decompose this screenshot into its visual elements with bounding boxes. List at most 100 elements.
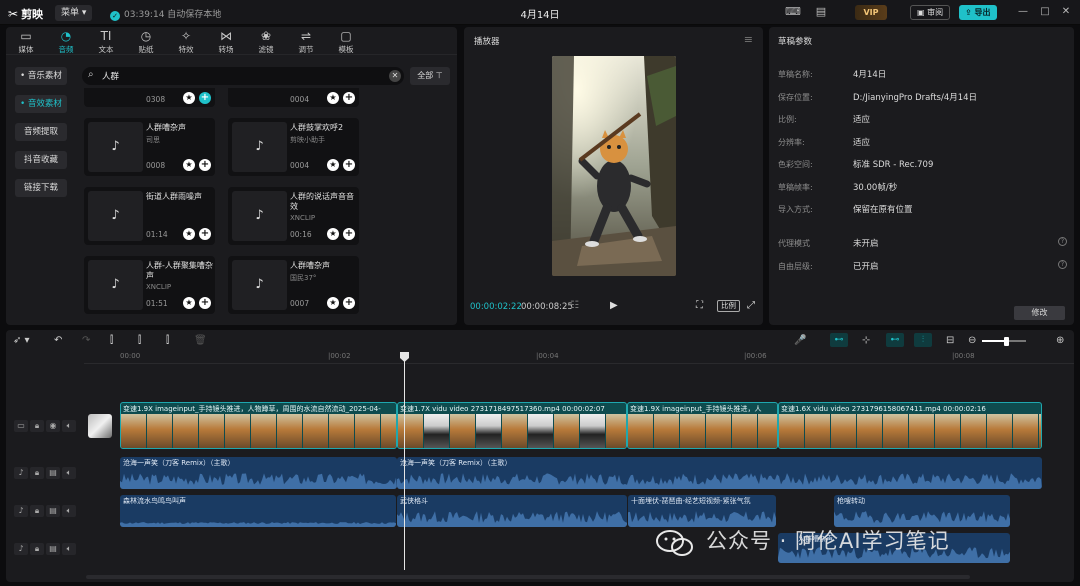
search-input[interactable]: 人群 (102, 70, 119, 82)
video-clip[interactable]: 变速1.7X vidu video 2731718497517360.mp4 0… (397, 402, 627, 449)
list-item[interactable]: ♪ 街道人群雨噪声 01:14 ★ + (84, 187, 215, 245)
tab-template[interactable]: ▢ 模板 (326, 29, 366, 55)
tab-filter[interactable]: ❀ 滤镜 (246, 29, 286, 55)
redo-icon[interactable]: ↷ (82, 335, 90, 347)
vip-badge[interactable]: VIP (855, 5, 887, 20)
add-icon[interactable]: + (343, 228, 355, 240)
preview-axis-icon[interactable]: ⫶ (914, 333, 932, 347)
list-item[interactable]: ♪ 人群嘈杂声 司思 0008 ★ + (84, 118, 215, 176)
trim-left-icon[interactable]: ⫿ (138, 335, 141, 347)
favorite-icon[interactable]: ★ (327, 297, 339, 309)
cover-thumbnail[interactable] (88, 414, 112, 438)
audio-clip[interactable]: 森林流水鸟鸣鸟叫声 (120, 495, 396, 527)
playhead[interactable] (404, 352, 405, 570)
add-icon[interactable]: + (343, 159, 355, 171)
zoom-in-icon[interactable]: ⊕ (1056, 335, 1064, 347)
favorite-icon[interactable]: ★ (183, 159, 195, 171)
microphone-icon[interactable]: 🎤 (794, 335, 806, 347)
sidebar-item-audio-extract[interactable]: 音频提取 (15, 123, 67, 141)
keyboard-shortcuts-icon[interactable]: ⌨ (784, 5, 802, 19)
list-item[interactable]: 0004 ★ + (228, 88, 359, 107)
time-ruler[interactable]: 00:00 |00:02 |00:04 |00:06 |00:08 (84, 352, 1074, 364)
tab-sticker[interactable]: ◷ 贴纸 (126, 29, 166, 55)
sidebar-item-douyin-favorites[interactable]: 抖音收藏 (15, 151, 67, 169)
list-item[interactable]: ♪ 人群嘈杂声 国民37° 0007 ★ + (228, 256, 359, 314)
add-icon[interactable]: + (199, 159, 211, 171)
video-clip[interactable]: 变速1.9X imageinput_手持镜头推进，人 (627, 402, 778, 449)
clear-search-icon[interactable]: ✕ (389, 70, 401, 82)
video-clip[interactable]: 变速1.9X imageinput_手持镜头推进，人物蹲草，周围的水流自然流动_… (120, 402, 397, 449)
auto-snap-icon[interactable]: ⊹ (862, 335, 870, 347)
waveform-icon[interactable]: ▤ (46, 543, 60, 555)
aspect-ratio-button[interactable]: 比例 (717, 300, 740, 312)
list-item[interactable]: ♪ 人群鼓掌欢呼2 剪映小助手 0004 ★ + (228, 118, 359, 176)
main-menu-button[interactable]: 菜单 ▾ (55, 5, 93, 21)
layout-icon[interactable]: ▤ (812, 5, 830, 19)
undo-icon[interactable]: ↶ (54, 335, 62, 347)
add-icon[interactable]: + (343, 297, 355, 309)
add-icon[interactable]: + (199, 92, 211, 104)
timecode-toggle-icon[interactable]: ☷ (570, 300, 579, 311)
lock-icon[interactable]: 🔒︎ (30, 543, 44, 555)
favorite-icon[interactable]: ★ (327, 92, 339, 104)
close-icon[interactable]: ✕ (1059, 5, 1073, 19)
tab-media[interactable]: ▭ 媒体 (6, 29, 46, 55)
favorite-icon[interactable]: ★ (327, 228, 339, 240)
mute-icon[interactable]: 🔈︎ (62, 543, 76, 555)
mute-icon[interactable]: 🔈︎ (62, 420, 76, 432)
hamburger-icon[interactable]: ≡ (744, 33, 753, 46)
visibility-icon[interactable]: ◉ (46, 420, 60, 432)
maximize-icon[interactable]: □ (1038, 5, 1052, 19)
favorite-icon[interactable]: ★ (183, 228, 195, 240)
sidebar-item-music[interactable]: • 音乐素材 (15, 67, 67, 85)
tab-adjust[interactable]: ⇌ 调节 (286, 29, 326, 55)
tab-audio[interactable]: ◔ 音频 (46, 29, 86, 55)
waveform-icon[interactable]: ▤ (46, 505, 60, 517)
fullscreen-icon[interactable]: ⤢ (747, 300, 755, 311)
tab-transition[interactable]: ⋈ 转场 (206, 29, 246, 55)
mute-icon[interactable]: 🔈︎ (62, 467, 76, 479)
linkage-icon[interactable]: ⊷ (886, 333, 904, 347)
select-tool-icon[interactable]: ➶ ▾ (13, 335, 30, 347)
main-track-magnet-icon[interactable]: ⊷ (830, 333, 848, 347)
zoom-out-icon[interactable]: ⊖ (968, 335, 976, 347)
favorite-icon[interactable]: ★ (183, 297, 195, 309)
audio-clip[interactable]: 枪嗖转动 (834, 495, 1010, 527)
tab-effects[interactable]: ✧ 特效 (166, 29, 206, 55)
video-preview[interactable] (552, 56, 676, 276)
timeline-scrollbar[interactable] (86, 575, 970, 579)
caption-icon[interactable]: ⊟ (946, 335, 954, 347)
delete-icon[interactable]: 🗑 (194, 335, 207, 347)
mute-icon[interactable]: 🔈︎ (62, 505, 76, 517)
zoom-slider-handle[interactable] (1004, 337, 1009, 346)
tab-text[interactable]: TI 文本 (86, 29, 126, 55)
sidebar-item-link-download[interactable]: 链接下载 (15, 179, 67, 197)
add-icon[interactable]: + (343, 92, 355, 104)
audio-clip[interactable]: 武侠格斗 (397, 495, 627, 527)
lock-icon[interactable]: 🔒︎ (30, 505, 44, 517)
list-item[interactable]: ♪ 人群-人群聚集嘈杂声 XNCLIP 01:51 ★ + (84, 256, 215, 314)
audio-clip[interactable]: 沧海一声笑（刀客 Remix）（主歌） (120, 457, 397, 489)
waveform-icon[interactable]: ▤ (46, 467, 60, 479)
list-item[interactable]: ♪ 人群的说话声音音效 XNCLIP 00:16 ★ + (228, 187, 359, 245)
minimize-icon[interactable]: — (1016, 5, 1030, 19)
search-box[interactable]: ⌕ 人群 ✕ (82, 67, 404, 85)
review-button[interactable]: ▣ 审阅 (910, 5, 951, 20)
help-icon[interactable]: ? (1058, 237, 1067, 246)
favorite-icon[interactable]: ★ (327, 159, 339, 171)
favorite-icon[interactable]: ★ (183, 92, 195, 104)
split-icon[interactable]: ⫿ (110, 335, 113, 347)
lock-icon[interactable]: 🔒︎ (30, 467, 44, 479)
audio-clip[interactable]: 沧海一声笑（刀客 Remix）（主歌） (397, 457, 1042, 489)
sidebar-item-sound-effects[interactable]: • 音效素材 (15, 95, 67, 113)
play-icon[interactable]: ▶ (610, 300, 618, 311)
add-icon[interactable]: + (199, 297, 211, 309)
video-clip[interactable]: 变速1.6X vidu video 2731796158067411.mp4 0… (778, 402, 1042, 449)
fit-view-icon[interactable]: ⛶ (696, 300, 703, 311)
audio-clip[interactable]: 十面埋伏-琵琶曲-经艺短视频-紧张气氛 (628, 495, 776, 527)
list-item[interactable]: 0308 ★ + (84, 88, 215, 107)
filter-dropdown[interactable]: 全部 ⊤ (410, 67, 450, 85)
help-icon[interactable]: ? (1058, 260, 1067, 269)
trim-right-icon[interactable]: ⫿ (166, 335, 169, 347)
modify-button[interactable]: 修改 (1014, 306, 1065, 320)
